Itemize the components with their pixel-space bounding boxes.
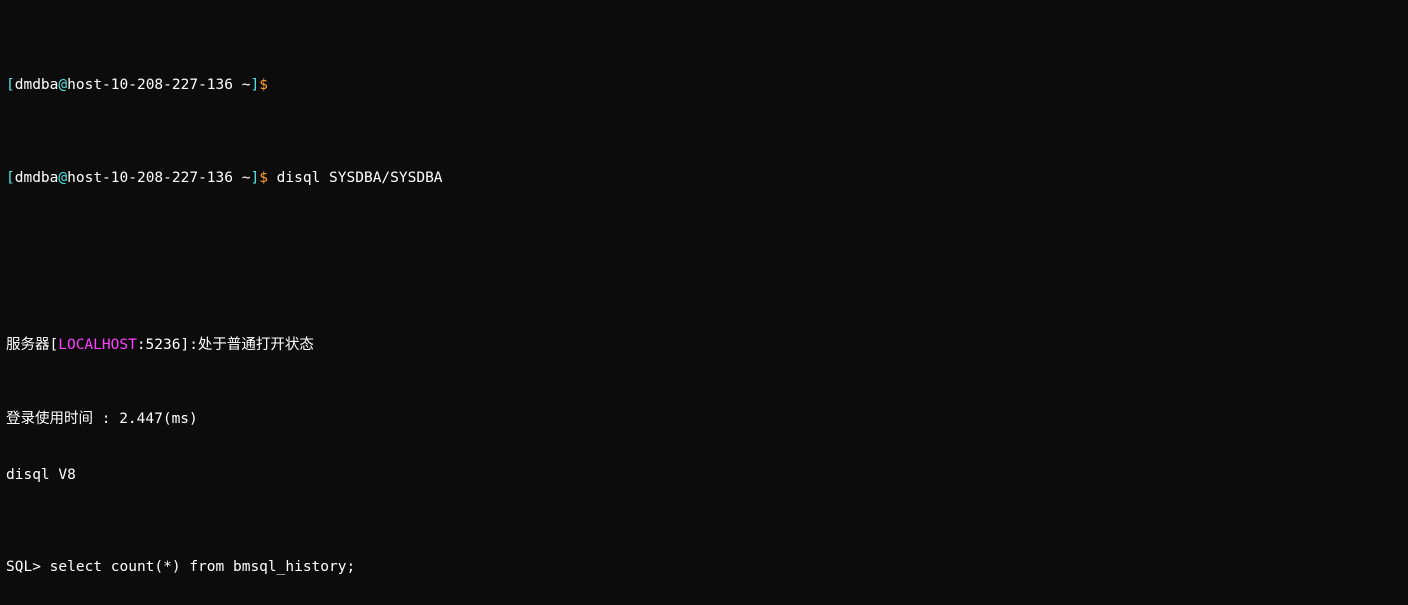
shell-prompt-line: [dmdba@host-10-208-227-136 ~]$ disql SYS… [6, 169, 1402, 188]
client-version-line: disql V8 [6, 466, 1402, 485]
terminal[interactable]: [dmdba@host-10-208-227-136 ~]$ [dmdba@ho… [0, 0, 1408, 605]
server-status-line: 服务器[LOCALHOST:5236]:处于普通打开状态 [6, 336, 1402, 355]
blank-line [6, 243, 1402, 262]
prev-prompt-line: [dmdba@host-10-208-227-136 ~]$ [6, 76, 1402, 95]
sql-line-1: SQL> select count(*) from bmsql_history; [6, 558, 1402, 577]
login-time-line: 登录使用时间 : 2.447(ms) [6, 410, 1402, 429]
sql-query: select count(*) from bmsql_history; [50, 559, 356, 575]
shell-command: disql SYSDBA/SYSDBA [277, 170, 443, 186]
